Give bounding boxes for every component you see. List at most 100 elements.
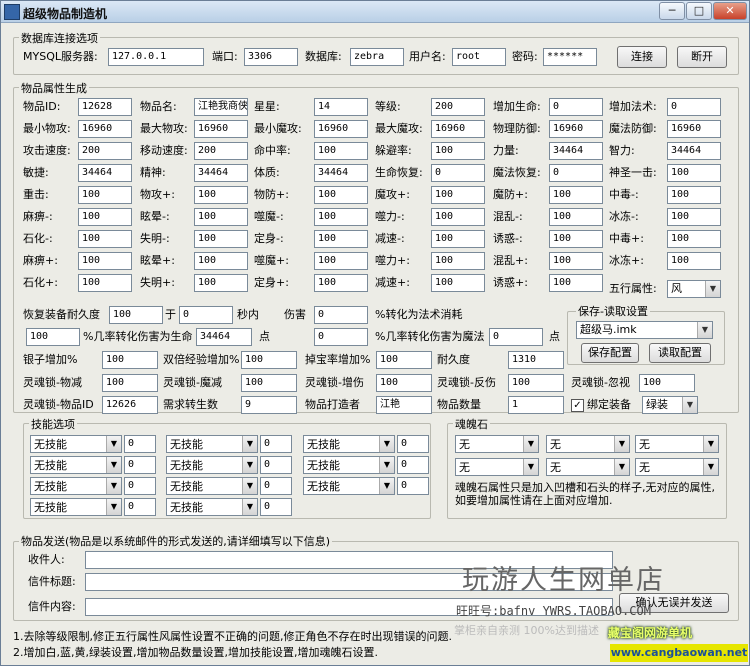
attr-input[interactable]: 34464 <box>549 142 603 160</box>
damage-input[interactable]: 0 <box>314 306 368 324</box>
attr-input[interactable]: 100 <box>78 208 132 226</box>
attr-input[interactable]: 100 <box>431 186 485 204</box>
hp-value-input[interactable]: 34464 <box>196 328 252 346</box>
skill-level-input[interactable]: 0 <box>260 498 292 516</box>
attr-input[interactable]: 16960 <box>314 120 368 138</box>
mp-value-input[interactable]: 0 <box>489 328 543 346</box>
skill-level-input[interactable]: 0 <box>124 498 156 516</box>
soulstone-select[interactable]: 无 ▼ <box>635 435 719 453</box>
attr-input[interactable]: 100 <box>314 186 368 204</box>
minimize-button[interactable]: ─ <box>659 2 685 20</box>
skill-select[interactable]: 无技能 ▼ <box>166 477 258 495</box>
skill-level-input[interactable]: 0 <box>260 477 292 495</box>
attr-input[interactable]: 100 <box>78 252 132 270</box>
hp-percent-input[interactable]: 100 <box>26 328 80 346</box>
server-input[interactable]: 127.0.0.1 <box>108 48 204 66</box>
attr-input[interactable]: 100 <box>78 230 132 248</box>
attr-input[interactable]: 100 <box>314 252 368 270</box>
extra-input[interactable]: 100 <box>102 374 158 392</box>
attr-input[interactable]: 100 <box>431 230 485 248</box>
attr-input[interactable]: 100 <box>314 208 368 226</box>
attr-input[interactable]: 0 <box>549 164 603 182</box>
soulstone-select[interactable]: 无 ▼ <box>546 435 630 453</box>
attr-input[interactable]: 200 <box>78 142 132 160</box>
attr-input[interactable]: 100 <box>549 186 603 204</box>
mp-percent-input[interactable]: 0 <box>314 328 368 346</box>
attr-input[interactable]: 100 <box>667 208 721 226</box>
maximize-button[interactable]: □ <box>686 2 712 20</box>
attr-input[interactable]: 100 <box>667 252 721 270</box>
attr-input[interactable]: 34464 <box>314 164 368 182</box>
disconnect-button[interactable]: 断开 <box>677 46 727 68</box>
skill-level-input[interactable]: 0 <box>397 477 429 495</box>
extra-input[interactable]: 1 <box>508 396 564 414</box>
attr-input[interactable]: 100 <box>78 186 132 204</box>
skill-level-input[interactable]: 0 <box>124 477 156 495</box>
skill-level-input[interactable]: 0 <box>397 456 429 474</box>
skill-level-input[interactable]: 0 <box>260 435 292 453</box>
attr-input[interactable]: 100 <box>78 274 132 292</box>
attr-input[interactable]: 100 <box>314 142 368 160</box>
attr-input[interactable]: 34464 <box>667 142 721 160</box>
grade-select[interactable]: 绿装 ▼ <box>642 396 698 414</box>
extra-input[interactable]: 100 <box>508 374 564 392</box>
dbname-input[interactable]: zebra <box>350 48 404 66</box>
attr-input[interactable]: 100 <box>549 230 603 248</box>
attr-input[interactable]: 16960 <box>194 120 248 138</box>
extra-input[interactable]: 100 <box>376 351 432 369</box>
attr-input[interactable]: 12628 <box>78 98 132 116</box>
user-input[interactable]: root <box>452 48 506 66</box>
skill-level-input[interactable]: 0 <box>124 456 156 474</box>
extra-input[interactable]: 100 <box>241 374 297 392</box>
recipient-input[interactable] <box>85 551 613 569</box>
extra-input[interactable]: 9 <box>241 396 297 414</box>
attr-input[interactable]: 100 <box>194 274 248 292</box>
extra-input[interactable]: 12626 <box>102 396 158 414</box>
content-input[interactable] <box>85 598 613 616</box>
skill-select[interactable]: 无技能 ▼ <box>303 456 395 474</box>
extra-input[interactable]: 100 <box>376 374 432 392</box>
attr-input[interactable]: 江艳我商侠 <box>194 98 248 116</box>
soulstone-select[interactable]: 无 ▼ <box>546 458 630 476</box>
attr-input[interactable]: 200 <box>194 142 248 160</box>
attr-input[interactable]: 100 <box>194 186 248 204</box>
skill-select[interactable]: 无技能 ▼ <box>30 435 122 453</box>
attr-input[interactable]: 100 <box>314 274 368 292</box>
skill-select[interactable]: 无技能 ▼ <box>303 477 395 495</box>
bind-checkbox[interactable]: ✓ <box>571 399 584 412</box>
attr-input[interactable]: 16960 <box>667 120 721 138</box>
attr-input[interactable]: 100 <box>667 186 721 204</box>
skill-level-input[interactable]: 0 <box>260 456 292 474</box>
attr-input[interactable]: 100 <box>194 230 248 248</box>
extra-input[interactable]: 100 <box>241 351 297 369</box>
send-button[interactable]: 确认无误并发送 <box>619 593 729 613</box>
attr-input[interactable]: 0 <box>431 164 485 182</box>
skill-select[interactable]: 无技能 ▼ <box>30 498 122 516</box>
attr-input[interactable]: 0 <box>667 98 721 116</box>
extra-input[interactable]: 江艳 <box>376 396 432 414</box>
attr-input[interactable]: 100 <box>667 230 721 248</box>
extra-input[interactable]: 100 <box>639 374 695 392</box>
attr-input[interactable]: 100 <box>194 208 248 226</box>
restore-input[interactable]: 100 <box>109 306 163 324</box>
soulstone-select[interactable]: 无 ▼ <box>635 458 719 476</box>
subject-input[interactable] <box>85 573 613 591</box>
close-button[interactable]: ✕ <box>713 2 747 20</box>
port-input[interactable]: 3306 <box>244 48 298 66</box>
element-select[interactable]: 风 ▼ <box>667 280 721 298</box>
soulstone-select[interactable]: 无 ▼ <box>455 458 539 476</box>
skill-select[interactable]: 无技能 ▼ <box>166 435 258 453</box>
extra-input[interactable]: 1310 <box>508 351 564 369</box>
attr-input[interactable]: 100 <box>667 164 721 182</box>
attr-input[interactable]: 100 <box>314 230 368 248</box>
attr-input[interactable]: 16960 <box>431 120 485 138</box>
attr-input[interactable]: 100 <box>549 208 603 226</box>
load-config-button[interactable]: 读取配置 <box>649 343 711 363</box>
attr-input[interactable]: 0 <box>549 98 603 116</box>
attr-input[interactable]: 200 <box>431 98 485 116</box>
attr-input[interactable]: 14 <box>314 98 368 116</box>
attr-input[interactable]: 100 <box>194 252 248 270</box>
skill-select[interactable]: 无技能 ▼ <box>30 477 122 495</box>
skill-level-input[interactable]: 0 <box>124 435 156 453</box>
save-config-button[interactable]: 保存配置 <box>581 343 639 363</box>
